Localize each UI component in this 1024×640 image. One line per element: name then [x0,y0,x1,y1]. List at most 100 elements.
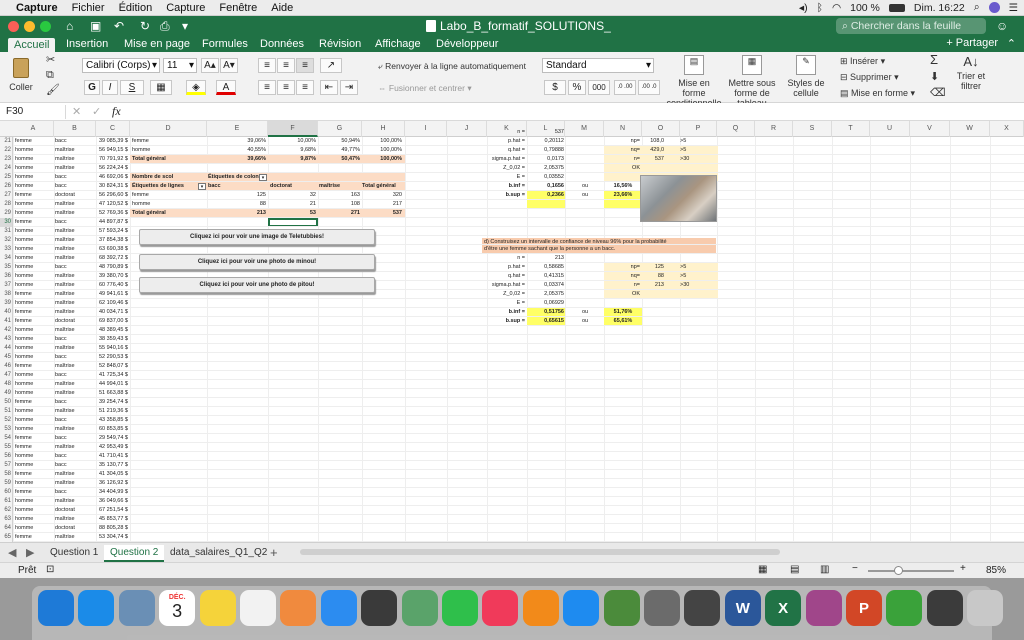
dock-plans-icon[interactable] [401,590,438,626]
battery-icon[interactable] [888,3,905,12]
calc-value[interactable]: 2,05375 [528,290,564,299]
row-header[interactable]: 25 [0,173,13,182]
collapse-ribbon-icon[interactable]: ⌃ [1007,37,1016,50]
zoom-out-icon[interactable]: − [852,563,858,574]
pct-value[interactable]: 9,87% [270,155,316,164]
cut-icon[interactable]: ✂ [46,55,55,66]
merge-center-button[interactable]: ⇔ Fusionner et centrer ▾ [378,83,472,93]
dock-notes-icon[interactable] [199,590,236,626]
column-header[interactable]: B [54,121,96,137]
row-header[interactable]: 33 [0,245,13,254]
orientation-icon[interactable]: ↗ [320,58,342,73]
cell-salary[interactable]: 48 790,89 $ [96,263,128,272]
column-header[interactable]: I [405,121,447,137]
cell-salary[interactable]: 52 848,07 $ [96,362,128,371]
cell-gender[interactable]: homme [15,155,53,164]
row-header[interactable]: 32 [0,236,13,245]
pivot-row-label[interactable]: Étiquettes de lignes [132,182,198,191]
row-header[interactable]: 21 [0,137,13,146]
home-icon[interactable]: ⌂ [66,19,73,33]
cell-diploma[interactable]: maîtrise [55,200,95,209]
cell-salary[interactable]: 42 953,49 $ [96,443,128,452]
cell-salary[interactable]: 67 251,54 $ [96,506,128,515]
calc-label[interactable]: p.hat = [487,263,525,272]
cell-diploma[interactable]: bacc [55,371,95,380]
tab-revision[interactable]: Révision [313,37,367,51]
pct-value[interactable]: 50,94% [319,137,360,146]
row-header[interactable]: 47 [0,371,13,380]
align-left-icon[interactable]: ≡ [258,80,276,95]
cell-diploma[interactable]: maîtrise [55,497,95,506]
pivot-col-header[interactable]: Total général [362,182,402,191]
dock-aper-u-icon[interactable] [118,590,155,626]
cell-gender[interactable]: homme [15,389,53,398]
row-header[interactable]: 31 [0,227,13,236]
align-bottom-icon[interactable]: ≡ [296,58,314,73]
clear-icon[interactable]: ⌫ [930,88,946,99]
pct-value[interactable]: 100,00% [362,146,402,155]
row-header[interactable]: 53 [0,425,13,434]
row-header[interactable]: 49 [0,389,13,398]
calc-pct[interactable]: 51,76% [606,308,640,317]
calc-value[interactable]: 0,1656 [528,182,564,191]
cell-gender[interactable]: homme [15,236,53,245]
number-format-select[interactable]: Standard ▾ [542,58,654,73]
spreadsheet-grid[interactable]: ABCDEFGHIJKLMNOPQRSTUVWX 21 femme bacc 39 0… [0,121,1024,542]
cell-gender[interactable]: femme [15,218,53,227]
row-header[interactable]: 46 [0,362,13,371]
sheet-tab-question-1[interactable]: Question 1 [44,545,104,560]
row-header[interactable]: 26 [0,182,13,191]
cell-diploma[interactable]: bacc [55,416,95,425]
dock-finder-icon[interactable] [38,590,74,626]
cell-gender[interactable]: femme [15,191,53,200]
pct-value[interactable]: 39,06% [208,137,266,146]
cell-salary[interactable]: 55 940,16 $ [96,344,128,353]
tab-formules[interactable]: Formules [196,37,254,51]
undo-icon[interactable]: ↶ [114,19,124,33]
calc-ou[interactable]: ou [567,191,603,200]
check-cond[interactable]: >5 [680,137,710,146]
redo-icon[interactable]: ↻ [140,19,150,33]
question-d-line2[interactable]: d'être une femme sachant que la personne… [484,246,714,253]
cell-salary[interactable]: 36 126,92 $ [96,479,128,488]
cell-diploma[interactable]: maîtrise [55,299,95,308]
zoom-slider[interactable] [868,566,954,575]
row-header[interactable]: 24 [0,164,13,173]
pivot-row[interactable]: femme [132,191,202,200]
cell-salary[interactable]: 57 593,24 $ [96,227,128,236]
dock-app-store-icon[interactable] [563,590,600,626]
minou-macro-button[interactable]: Cliquez ici pour voir une photo de minou… [139,254,375,270]
sort-filter-button[interactable]: A↓ Trier et filtrer [955,55,987,91]
cell-gender[interactable]: homme [15,164,53,173]
battery-label[interactable]: 100 % [850,2,880,14]
cell-diploma[interactable]: bacc [55,173,95,182]
calc-label[interactable]: Z_0,02 = [487,290,525,299]
cell-gender[interactable]: homme [15,146,53,155]
pivot-value[interactable]: 88 [208,200,266,209]
zoom-in-icon[interactable]: + [960,563,966,574]
cell-diploma[interactable]: maîtrise [55,389,95,398]
column-header[interactable]: O [642,121,680,137]
cell-salary[interactable]: 35 130,77 $ [96,461,128,470]
pivot-value[interactable]: 213 [208,209,266,218]
notification-center-icon[interactable]: ☰ [1009,2,1018,14]
pct-value[interactable]: 100,00% [362,155,402,164]
pivot-col-header[interactable]: bacc [208,182,266,191]
pct-row-label[interactable]: femme [132,137,202,146]
cell-salary[interactable]: 44 897,87 $ [96,218,128,227]
cell-salary[interactable]: 48 389,45 $ [96,326,128,335]
check-label[interactable]: nq= [604,146,640,155]
pivot-row[interactable]: homme [132,200,202,209]
cell-diploma[interactable]: bacc [55,398,95,407]
column-header[interactable]: T [832,121,870,137]
row-header[interactable]: 23 [0,155,13,164]
cell-gender[interactable]: femme [15,470,53,479]
pct-value[interactable]: 39,66% [208,155,266,164]
calc-label[interactable]: n = [487,254,525,263]
percent-button[interactable]: % [568,80,586,95]
volume-icon[interactable]: ◂) [799,2,808,14]
cell-salary[interactable]: 45 853,77 $ [96,515,128,524]
cell-gender[interactable]: homme [15,461,53,470]
check-label[interactable]: np= [604,263,640,272]
calc-pct[interactable]: 65,61% [606,317,640,326]
